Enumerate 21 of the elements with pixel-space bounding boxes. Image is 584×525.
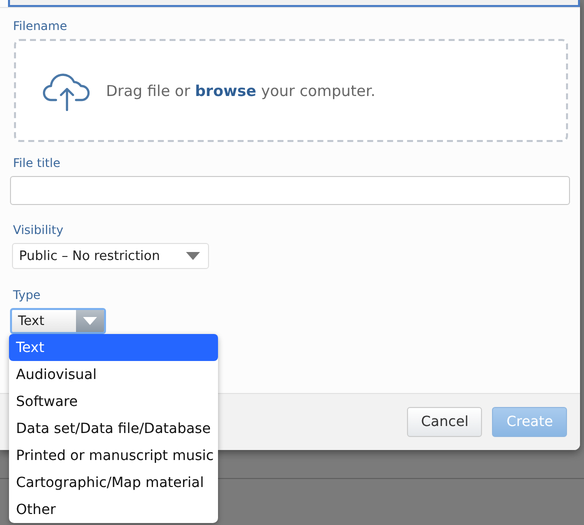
- field-label: Filename: [13, 19, 68, 34]
- cloud-upload-icon: [42, 70, 92, 110]
- menu-option[interactable]: Data set/Data file/Database: [9, 415, 218, 442]
- field-label: Type: [13, 288, 42, 303]
- menu-option[interactable]: Audiovisual: [9, 361, 218, 388]
- visibility-select[interactable]: Public – No restriction: [12, 243, 209, 269]
- menu-option[interactable]: Printed or manuscript music: [9, 442, 218, 469]
- menu-option[interactable]: Other: [9, 496, 218, 523]
- field-label: File title: [13, 156, 62, 171]
- cancel-button[interactable]: Cancel: [407, 407, 482, 437]
- drop-instruction: Drag file or browse your computer.: [106, 82, 376, 100]
- field-label: Visibility: [13, 223, 64, 238]
- type-select[interactable]: Text: [10, 308, 106, 334]
- caret-icon: [83, 317, 97, 325]
- caret-icon: [186, 252, 200, 260]
- menu-option[interactable]: Text: [9, 334, 218, 361]
- title-input-field[interactable]: [10, 176, 570, 205]
- menu-option[interactable]: Software: [9, 388, 218, 415]
- text-field[interactable]: [8, 0, 580, 7]
- drop-zone[interactable]: Drag file or browse your computer.: [14, 39, 568, 142]
- menu-option[interactable]: Cartographic/Map material: [9, 469, 218, 496]
